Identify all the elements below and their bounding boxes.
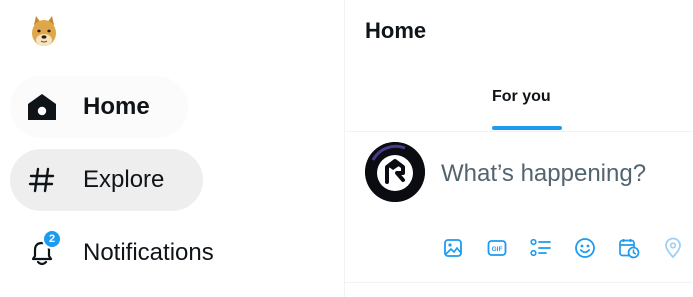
sidebar-nav: Home Explore 2 Notifications <box>0 0 344 297</box>
doge-logo-icon[interactable] <box>25 13 63 51</box>
app-window: Home Explore 2 Notifications Home For yo… <box>0 0 693 297</box>
composer-divider <box>345 282 693 283</box>
sidebar-item-label: Notifications <box>83 239 214 266</box>
media-icon[interactable] <box>441 236 465 260</box>
tab-for-you[interactable]: For you <box>492 88 551 106</box>
sidebar-item-explore[interactable]: Explore <box>10 149 203 211</box>
svg-text:GIF: GIF <box>492 246 503 253</box>
user-avatar-icon[interactable] <box>365 142 425 202</box>
tabs-divider <box>345 131 693 132</box>
gif-icon[interactable]: GIF <box>485 236 509 260</box>
sidebar-item-label: Explore <box>83 166 165 193</box>
sidebar-item-label: Home <box>83 93 150 120</box>
sidebar-item-notifications[interactable]: 2 Notifications <box>10 221 250 283</box>
home-icon <box>26 91 58 123</box>
schedule-icon[interactable] <box>617 236 641 260</box>
main-column: Home For you What’s happening? GIF <box>345 0 693 297</box>
poll-icon[interactable] <box>529 236 553 260</box>
page-title: Home <box>365 18 427 43</box>
notification-badge: 2 <box>42 229 62 249</box>
hashtag-icon <box>26 164 58 196</box>
sidebar-item-home[interactable]: Home <box>10 76 188 138</box>
location-icon[interactable] <box>661 236 685 260</box>
tab-selected-indicator <box>492 126 562 130</box>
compose-input[interactable] <box>441 160 693 188</box>
emoji-icon[interactable] <box>573 236 597 260</box>
